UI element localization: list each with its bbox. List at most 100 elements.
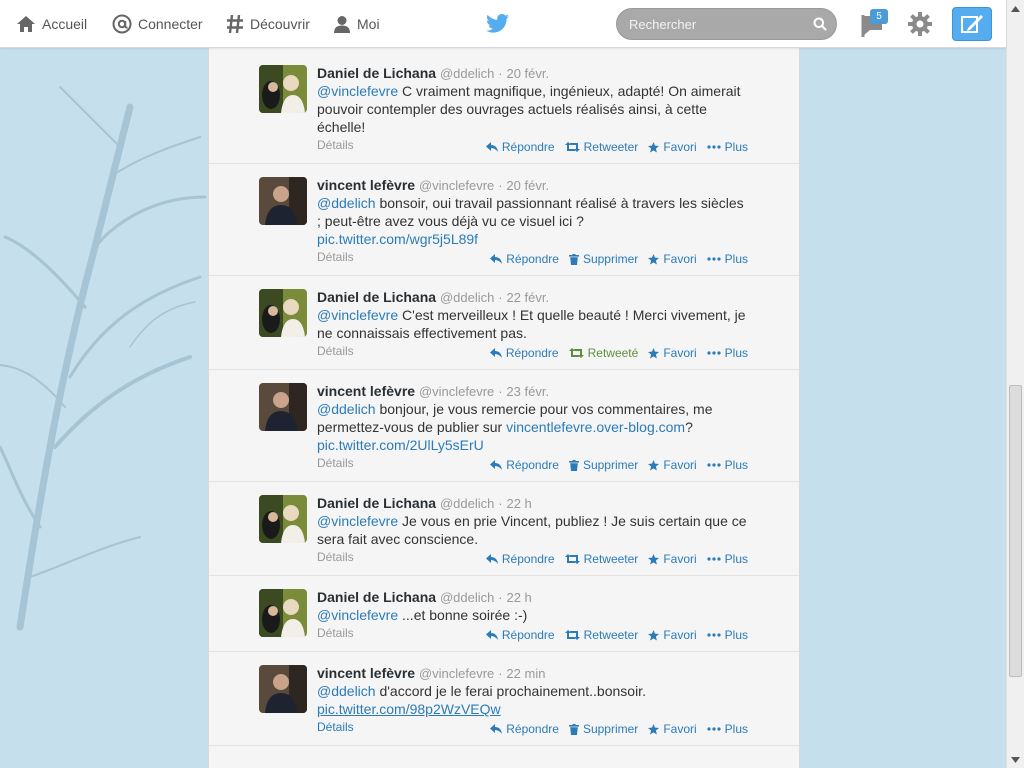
tweet-author-handle[interactable]: @ddelich <box>440 290 494 305</box>
reply-button[interactable]: Répondre <box>490 252 559 266</box>
tweet-details-link[interactable]: Détails <box>317 550 354 564</box>
vertical-scrollbar[interactable] <box>1006 0 1024 768</box>
tweet-item[interactable]: vincent lefèvre @vinclefevre · 23 févr. … <box>209 370 799 482</box>
avatar-daniel[interactable] <box>259 589 307 637</box>
tweet-author-name[interactable]: vincent lefèvre <box>317 177 415 193</box>
gear-icon[interactable] <box>907 11 933 37</box>
compose-tweet-button[interactable] <box>952 7 992 41</box>
retweet-button[interactable]: Retweeter <box>564 552 638 566</box>
tweet-author-handle[interactable]: @vinclefevre <box>419 178 494 193</box>
tweet-timestamp[interactable]: 22 h <box>506 496 531 511</box>
tweet-timestamp[interactable]: 20 févr. <box>506 66 549 81</box>
nav-me[interactable]: Moi <box>333 0 380 48</box>
reply-button[interactable]: Répondre <box>490 722 559 736</box>
tweet-author-name[interactable]: vincent lefèvre <box>317 383 415 399</box>
compose-icon <box>961 15 983 33</box>
avatar-vincent[interactable] <box>259 177 307 225</box>
tweet-mention[interactable]: @vinclefevre <box>317 83 398 99</box>
delete-button[interactable]: Supprimer <box>568 458 638 472</box>
more-button[interactable]: Plus <box>707 346 748 360</box>
tweet-media-link[interactable]: pic.twitter.com/98p2WzVEQw <box>317 701 501 717</box>
reply-button[interactable]: Répondre <box>485 628 555 642</box>
tweet-mention[interactable]: @vinclefevre <box>317 513 398 529</box>
tweet-item[interactable]: vincent lefèvre @vinclefevre · 22 min @d… <box>209 652 799 746</box>
nav-connect[interactable]: Connecter <box>112 0 203 48</box>
favorite-button[interactable]: Favori <box>648 552 697 566</box>
favorite-button[interactable]: Favori <box>648 252 697 266</box>
tweet-author-handle[interactable]: @ddelich <box>440 66 494 81</box>
retweet-button[interactable]: Retweeter <box>564 140 638 154</box>
scroll-down-arrow[interactable] <box>1007 751 1024 768</box>
tweet-timestamp[interactable]: 22 févr. <box>506 290 549 305</box>
tweet-author-name[interactable]: Daniel de Lichana <box>317 289 436 305</box>
avatar-vincent[interactable] <box>259 665 307 713</box>
tweet-author-handle[interactable]: @ddelich <box>440 590 494 605</box>
tweet-mention[interactable]: @vinclefevre <box>317 607 398 623</box>
tweet-separator: · <box>498 66 503 81</box>
retweet-button[interactable]: Retweeter <box>564 628 638 642</box>
tweet-timestamp[interactable]: 20 févr. <box>506 178 549 193</box>
scroll-up-arrow[interactable] <box>1007 0 1024 17</box>
more-button[interactable]: Plus <box>707 628 748 642</box>
more-button[interactable]: Plus <box>707 722 748 736</box>
scrollbar-thumb[interactable] <box>1009 385 1022 677</box>
tweet-media-link[interactable]: pic.twitter.com/wgr5j5L89f <box>317 231 478 247</box>
tweet-item[interactable]: Daniel de Lichana @ddelich · 22 févr. @v… <box>209 276 799 370</box>
favorite-button[interactable]: Favori <box>648 140 697 154</box>
tweet-item[interactable]: vincent lefèvre @vinclefevre · 20 févr. … <box>209 164 799 276</box>
tweet-item[interactable]: Daniel de Lichana @ddelich · 22 h @vincl… <box>209 482 799 576</box>
favorite-button[interactable]: Favori <box>648 458 697 472</box>
delete-button[interactable]: Supprimer <box>568 722 638 736</box>
more-button[interactable]: Plus <box>707 552 748 566</box>
favorite-button[interactable]: Favori <box>648 346 697 360</box>
tweet-author-name[interactable]: Daniel de Lichana <box>317 495 436 511</box>
favorite-button[interactable]: Favori <box>648 722 697 736</box>
tweet-media-link[interactable]: pic.twitter.com/2UlLy5sErU <box>317 437 484 453</box>
reply-button[interactable]: Répondre <box>489 346 559 360</box>
avatar-daniel[interactable] <box>259 495 307 543</box>
avatar-daniel[interactable] <box>259 289 307 337</box>
delete-button[interactable]: Supprimer <box>568 252 638 266</box>
more-button[interactable]: Plus <box>707 458 748 472</box>
tweet-mention[interactable]: @ddelich <box>317 401 376 417</box>
tweet-details-link[interactable]: Détails <box>317 626 354 640</box>
tweet-blog-link[interactable]: vincentlefevre.over-blog.com <box>506 419 685 435</box>
twitter-bird-logo[interactable] <box>486 14 510 34</box>
tweet-author-name[interactable]: vincent lefèvre <box>317 665 415 681</box>
tweet-author-handle[interactable]: @vinclefevre <box>419 384 494 399</box>
star-icon <box>648 629 660 641</box>
more-button[interactable]: Plus <box>707 140 748 154</box>
search-input[interactable] <box>617 9 807 39</box>
search-icon[interactable] <box>813 17 827 31</box>
tweet-author-handle[interactable]: @vinclefevre <box>419 666 494 681</box>
tweet-author-name[interactable]: Daniel de Lichana <box>317 65 436 81</box>
avatar-vincent[interactable] <box>259 383 307 431</box>
nav-discover[interactable]: Découvrir <box>226 0 310 48</box>
tweet-timestamp[interactable]: 22 min <box>506 666 545 681</box>
tweet-mention[interactable]: @ddelich <box>317 195 376 211</box>
tweet-timestamp[interactable]: 23 févr. <box>506 384 549 399</box>
tweet-author-handle[interactable]: @ddelich <box>440 496 494 511</box>
tweet-mention[interactable]: @ddelich <box>317 683 376 699</box>
tweet-item[interactable]: Daniel de Lichana @ddelich · 20 févr. @v… <box>209 47 799 164</box>
nav-home[interactable]: Accueil <box>16 0 87 48</box>
favorite-button[interactable]: Favori <box>648 628 697 642</box>
avatar-daniel[interactable] <box>259 65 307 113</box>
tweet-author-name[interactable]: Daniel de Lichana <box>317 589 436 605</box>
retweeted-button[interactable]: Retweeté <box>568 346 638 360</box>
tweet-details-link[interactable]: Détails <box>317 138 354 152</box>
reply-button[interactable]: Répondre <box>490 458 559 472</box>
tweet-item[interactable]: Daniel de Lichana @ddelich · 22 h @vincl… <box>209 576 799 652</box>
tweet-details-link[interactable]: Détails <box>317 344 354 358</box>
reply-button[interactable]: Répondre <box>485 552 555 566</box>
tweet-details-link[interactable]: Détails <box>317 456 354 470</box>
more-button[interactable]: Plus <box>707 252 748 266</box>
tweet-text-body: ...et bonne soirée :-) <box>398 607 528 623</box>
tweet-mention[interactable]: @vinclefevre <box>317 307 398 323</box>
tweet-details-link[interactable]: Détails <box>317 720 354 734</box>
reply-button[interactable]: Répondre <box>485 140 555 154</box>
tweet-timestamp[interactable]: 22 h <box>506 590 531 605</box>
reply-icon <box>489 348 502 358</box>
tweet-details-link[interactable]: Détails <box>317 250 354 264</box>
tweet-text: @vinclefevre ...et bonne soirée :-) <box>317 606 747 624</box>
